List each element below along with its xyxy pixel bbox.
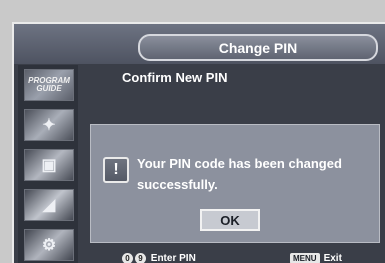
sidebar-item-program-guide[interactable]: PROGRAM GUIDE: [24, 69, 74, 101]
header-bar: Change PIN: [14, 24, 385, 64]
sidebar-item-sound[interactable]: ◢: [24, 189, 74, 221]
picture-icon: ▣: [41, 157, 57, 174]
top-band: [0, 0, 385, 19]
sound-icon: ◢: [42, 197, 56, 214]
channel-icon: ✦: [42, 117, 56, 134]
exit-label: Exit: [323, 253, 342, 263]
sidebar-item-setup[interactable]: ⚙: [24, 229, 74, 261]
confirmation-dialog: ! Your PIN code has been changed success…: [90, 124, 380, 243]
tv-menu-screen: Change PIN PROGRAM GUIDE ✦ ▣ ◢ ⚙ Confirm…: [12, 22, 385, 263]
setup-icon: ⚙: [41, 237, 57, 254]
enter-pin-label: Enter PIN: [150, 253, 196, 263]
page-title: Change PIN: [138, 34, 378, 61]
sidebar-item-picture[interactable]: ▣: [24, 149, 74, 181]
exit-hint: MENU Exit: [290, 253, 342, 263]
section-heading: Confirm New PIN: [122, 70, 228, 85]
ok-button[interactable]: OK: [200, 209, 260, 231]
menu-key-icon: MENU: [290, 253, 320, 263]
dialog-message: Your PIN code has been changed successfu…: [137, 156, 342, 192]
program-guide-icon: PROGRAM GUIDE: [28, 76, 70, 93]
enter-pin-hint: 09 Enter PIN: [122, 253, 196, 263]
number-key-icon: 0: [122, 253, 133, 263]
sidebar-item-channel[interactable]: ✦: [24, 109, 74, 141]
footer-hints: 09 Enter PIN MENU Exit: [122, 253, 385, 263]
number-key-icon: 9: [135, 253, 146, 263]
exclamation-icon: !: [103, 157, 129, 183]
sidebar: PROGRAM GUIDE ✦ ▣ ◢ ⚙: [18, 65, 78, 263]
